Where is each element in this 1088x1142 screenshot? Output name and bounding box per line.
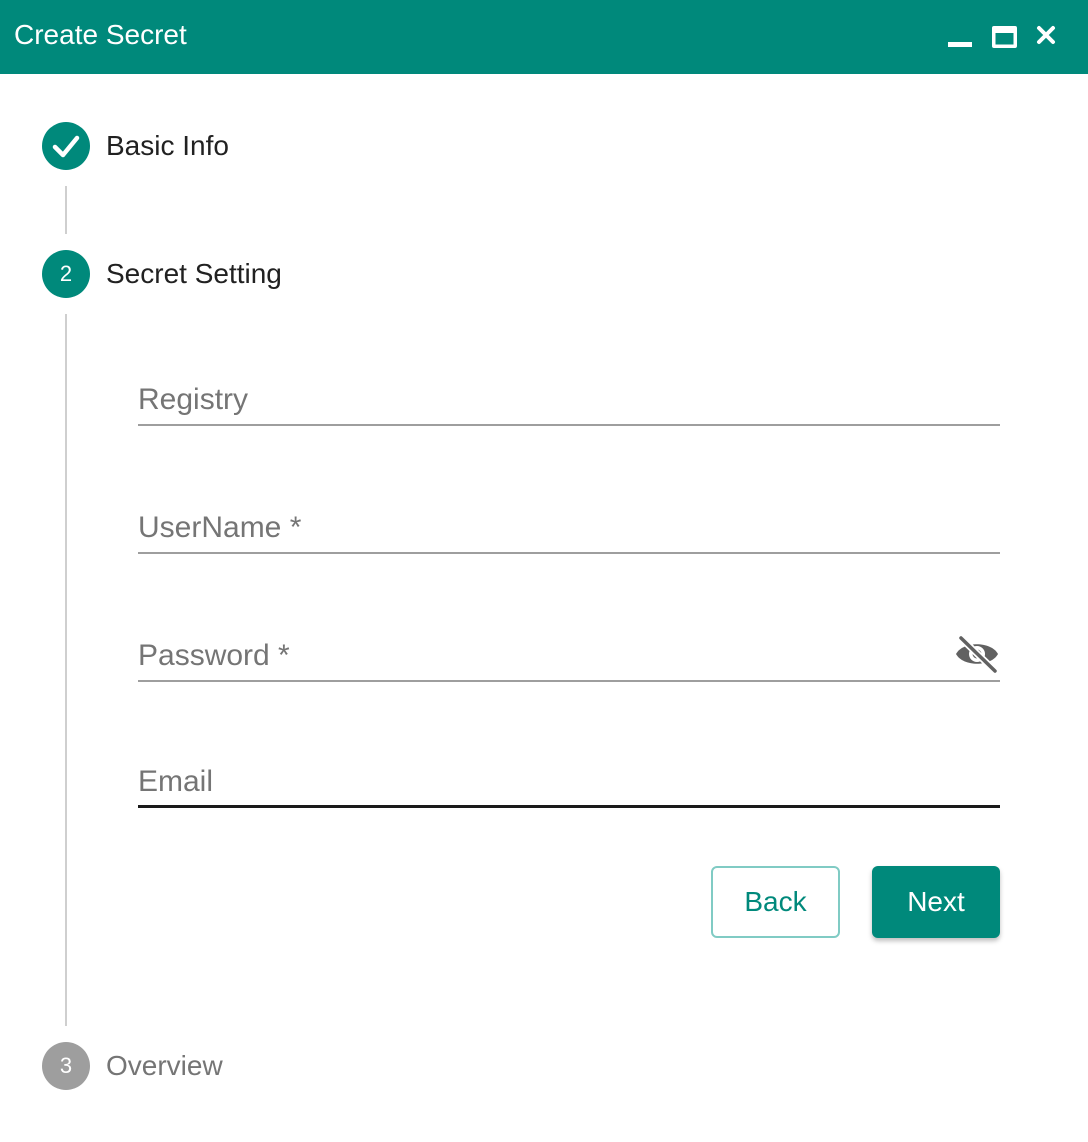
step-2-indicator: 2 <box>42 250 90 298</box>
step-2-label[interactable]: Secret Setting <box>106 257 282 291</box>
minimize-button[interactable] <box>945 22 975 52</box>
step-1-indicator <box>42 122 90 170</box>
check-icon <box>52 135 80 158</box>
step-3-label[interactable]: Overview <box>106 1049 223 1083</box>
step-1-label[interactable]: Basic Info <box>106 129 229 163</box>
back-button[interactable]: Back <box>711 866 840 938</box>
dialog-titlebar: Create Secret <box>0 0 1088 74</box>
registry-field <box>138 366 1000 426</box>
close-button[interactable] <box>1031 22 1061 52</box>
email-field <box>138 748 1000 808</box>
close-icon <box>1037 26 1055 44</box>
email-input[interactable] <box>138 748 1000 805</box>
minimize-icon <box>948 42 972 47</box>
step-3-indicator: 3 <box>42 1042 90 1090</box>
eye-off-icon <box>956 634 999 675</box>
registry-input[interactable] <box>138 366 1000 424</box>
password-input[interactable] <box>138 622 938 680</box>
password-field <box>138 622 1000 682</box>
username-input[interactable] <box>138 494 1000 552</box>
next-button[interactable]: Next <box>872 866 1000 938</box>
maximize-icon <box>992 26 1017 48</box>
dialog-title: Create Secret <box>14 19 187 50</box>
step-connector <box>65 186 67 234</box>
maximize-button[interactable] <box>989 22 1019 52</box>
step-2-content-line <box>65 314 67 1026</box>
password-visibility-toggle[interactable] <box>954 634 1000 675</box>
username-field <box>138 494 1000 554</box>
